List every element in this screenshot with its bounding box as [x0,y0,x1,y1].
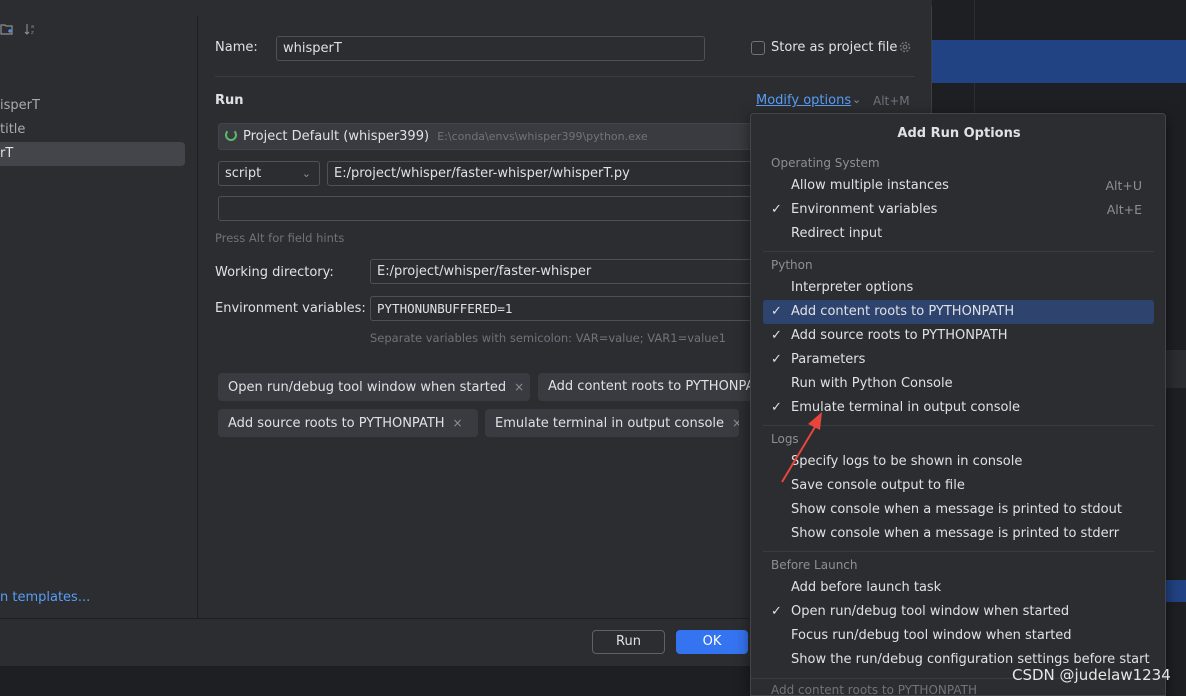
dialog-titlebar [0,0,932,6]
option-label: Show console when a message is printed t… [791,502,1122,517]
group-header-before-launch: Before Launch [771,558,858,572]
option-label: Open run/debug tool window when started [791,604,1070,619]
name-input[interactable]: whisperT [276,36,705,61]
watermark: CSDN @judelaw1234 [1012,666,1171,684]
option-chip[interactable]: Emulate terminal in output console × [485,409,739,437]
tree-item[interactable]: title [0,118,25,142]
configurations-tree-panel: az isperT title rT n templates... [0,16,198,618]
environment-variables-hint: Separate variables with semicolon: VAR=v… [370,331,726,345]
new-folder-icon[interactable] [0,22,14,39]
group-header-python: Python [771,258,813,272]
close-icon[interactable]: × [453,416,463,430]
chip-label: Emulate terminal in output console [495,416,725,431]
group-header-operating-system: Operating System [771,156,880,170]
option-show-console-stderr[interactable]: Show console when a message is printed t… [763,522,1154,546]
ok-button[interactable]: OK [676,630,748,654]
chip-label: Add content roots to PYTHONPATH [548,379,760,394]
close-icon[interactable]: × [514,380,524,394]
run-section-title: Run [215,93,244,108]
option-open-tool-window[interactable]: ✓ Open run/debug tool window when starte… [763,600,1154,624]
option-add-before-launch-task[interactable]: Add before launch task [763,576,1154,600]
chip-label: Open run/debug tool window when started [228,380,507,395]
script-parameters-input[interactable] [218,196,758,221]
popup-title: Add Run Options [897,126,1021,141]
checkmark-icon: ✓ [771,304,782,319]
option-label: Redirect input [791,226,883,241]
option-label: Focus run/debug tool window when started [791,628,1072,643]
environment-variables-input[interactable]: PYTHONUNBUFFERED=1 [370,296,758,321]
option-chip[interactable]: Open run/debug tool window when started × [218,373,530,401]
checkmark-icon: ✓ [771,352,782,367]
editor-gray-row [1166,350,1186,388]
option-focus-tool-window[interactable]: Focus run/debug tool window when started [763,624,1154,648]
option-shortcut: Alt+E [1106,202,1142,217]
script-path-input[interactable]: E:/project/whisper/faster-whisper/whispe… [327,161,767,186]
popup-separator [763,551,1154,552]
option-label: Interpreter options [791,280,914,295]
working-directory-input[interactable]: E:/project/whisper/faster-whisper [370,259,758,284]
checkmark-icon: ✓ [771,328,782,343]
option-add-content-roots[interactable]: ✓ Add content roots to PYTHONPATH [763,300,1154,324]
option-add-source-roots[interactable]: ✓ Add source roots to PYTHONPATH [763,324,1154,348]
store-as-project-file-checkbox[interactable] [751,41,765,55]
option-chip[interactable]: Add source roots to PYTHONPATH × [218,409,478,437]
checkmark-icon: ✓ [771,202,782,217]
script-type-value: script [225,166,262,181]
option-label: Show console when a message is printed t… [791,526,1120,541]
store-as-project-file-label: Store as project file [771,40,898,55]
interpreter-name: Project Default (whisper399) [243,129,430,144]
editor-highlight-strip [1166,580,1186,602]
interpreter-path: E:\conda\envs\whisper399\python.exe [437,130,648,143]
option-shortcut: Alt+U [1105,178,1142,193]
option-run-with-python-console[interactable]: Run with Python Console [763,372,1154,396]
chevron-down-icon: ⌄ [301,167,311,180]
option-label: Run with Python Console [791,376,953,391]
close-icon[interactable]: × [732,416,739,430]
chevron-down-icon[interactable]: ⌄ [852,93,861,106]
tree-item[interactable]: isperT [0,94,40,118]
run-button[interactable]: Run [592,630,665,654]
tree-item-label: isperT [0,98,40,113]
popup-separator [763,251,1154,252]
environment-variables-label: Environment variables: [215,301,366,316]
working-directory-label: Working directory: [215,265,334,280]
svg-text:z: z [31,30,34,36]
edit-templates-link[interactable]: n templates... [0,590,90,605]
option-show-console-stdout[interactable]: Show console when a message is printed t… [763,498,1154,522]
option-label: Add content roots to PYTHONPATH [791,304,1015,319]
option-environment-variables[interactable]: ✓ Environment variables Alt+E [763,198,1154,222]
option-parameters[interactable]: ✓ Parameters [763,348,1154,372]
option-chip[interactable]: Add content roots to PYTHONPATH [538,373,760,401]
interpreter-select[interactable]: Project Default (whisper399) E:\conda\en… [218,123,758,150]
gear-icon[interactable] [898,40,912,58]
tree-item-selected[interactable]: rT [0,142,185,166]
chip-label: Add source roots to PYTHONPATH [228,416,445,431]
annotation-arrow-icon [781,412,822,483]
tree-toolbar: az [0,16,197,44]
field-hint: Press Alt for field hints [215,231,345,245]
editor-selection-bar [930,40,1186,83]
script-type-select[interactable]: script ⌄ [218,161,320,186]
option-label: Parameters [791,352,866,367]
modify-options-link[interactable]: Modify options [756,93,851,108]
tree-item-label: title [0,122,26,137]
option-redirect-input[interactable]: Redirect input [763,222,1154,246]
section-separator [215,76,915,77]
option-label: Environment variables [791,202,938,217]
sort-icon[interactable]: az [24,22,38,39]
modify-options-shortcut: Alt+M [873,94,910,108]
tree-item-label: rT [0,146,14,161]
option-allow-multiple-instances[interactable]: Allow multiple instances Alt+U [763,174,1154,198]
option-interpreter-options[interactable]: Interpreter options [763,276,1154,300]
option-label: Add source roots to PYTHONPATH [791,328,1008,343]
option-label: Add before launch task [791,580,942,595]
name-label-text: Name: [215,40,258,55]
name-label: Name: [215,40,258,55]
option-label: Allow multiple instances [791,178,949,193]
loading-spinner-icon [225,129,237,141]
checkmark-icon: ✓ [771,604,782,619]
